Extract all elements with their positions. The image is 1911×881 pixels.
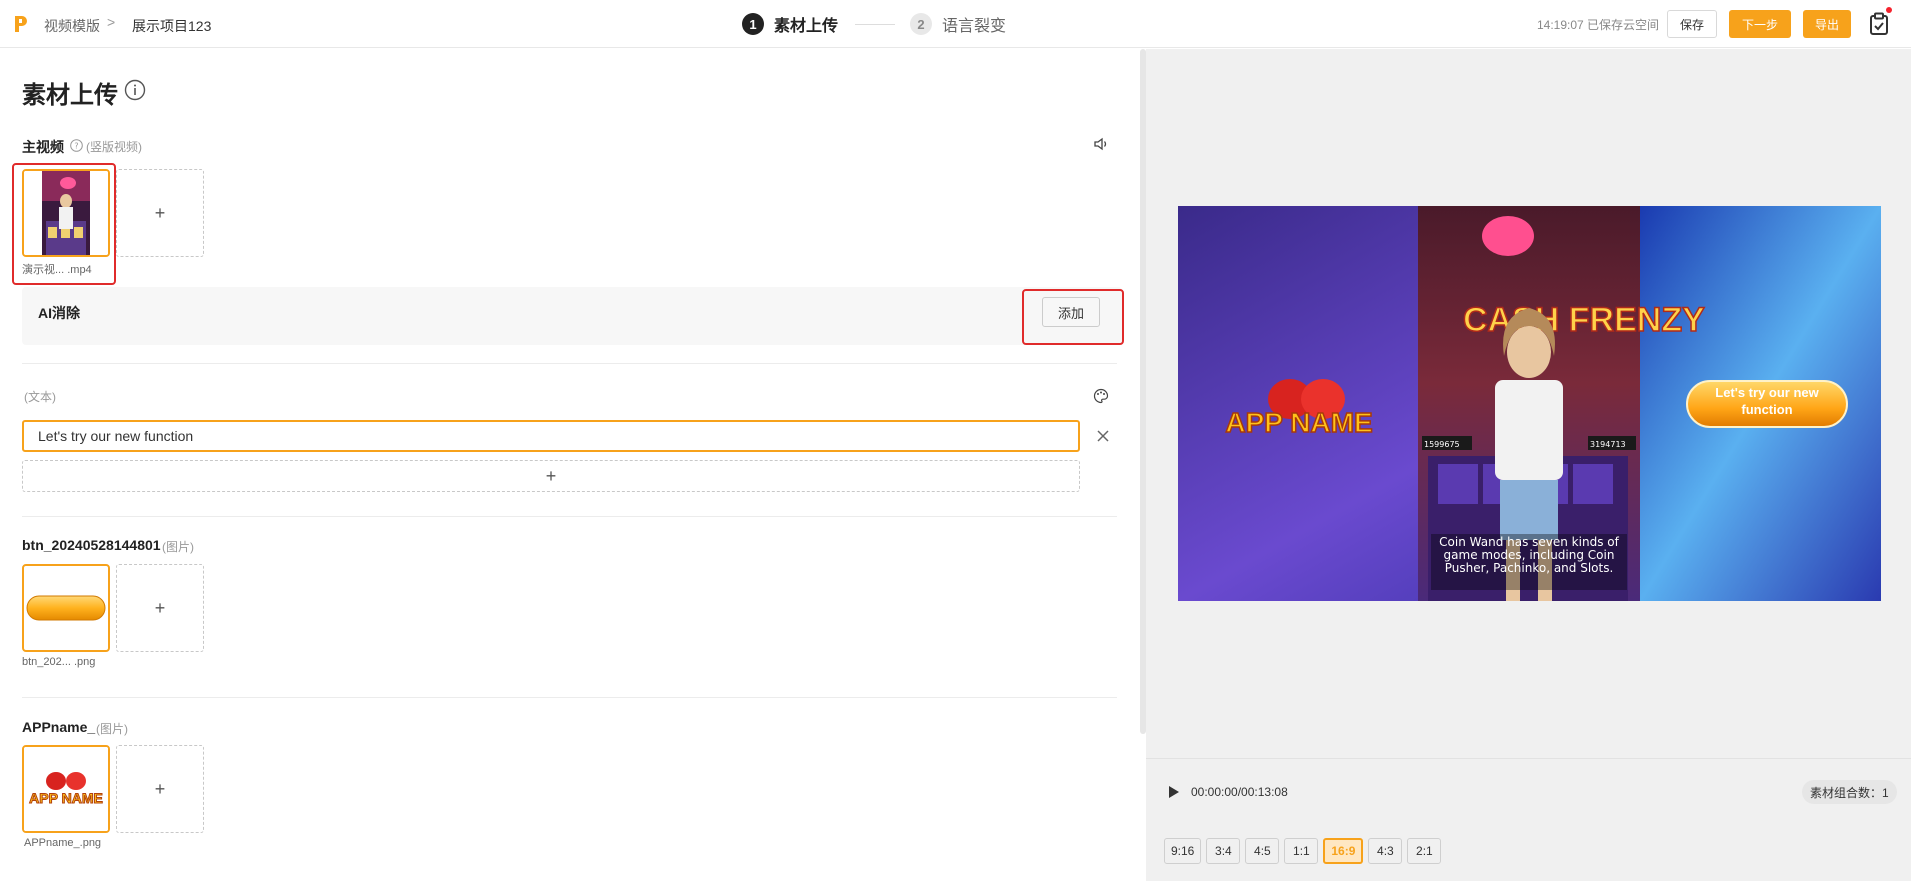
btn-asset-thumbnail[interactable] (22, 564, 110, 652)
section-divider (22, 363, 1117, 364)
button-image (26, 595, 106, 621)
breadcrumb-project: 展示项目123 (132, 18, 212, 34)
palette-icon[interactable] (1093, 388, 1109, 404)
ratio-16-9[interactable]: 16:9 (1323, 838, 1364, 864)
ratio-2-1[interactable]: 2:1 (1407, 838, 1442, 864)
ratio-3-4[interactable]: 3:4 (1206, 838, 1241, 864)
info-icon[interactable] (124, 79, 146, 101)
ratio-4-3[interactable]: 4:3 (1368, 838, 1403, 864)
preview-subtitle: Coin Wand has seven kinds of game modes,… (1439, 536, 1619, 575)
playback-time: 00:00:00/00:13:08 (1191, 785, 1288, 799)
material-combo-count: 素材组合数：1 (1802, 780, 1897, 804)
main-video-hint: (竖版视频) (86, 140, 142, 154)
app-logo-icon[interactable] (12, 14, 30, 34)
preview-app-name: APP NAME (1225, 407, 1372, 438)
speaker-icon[interactable] (1093, 136, 1109, 152)
btn-asset-filename: btn_202... .png (22, 656, 96, 668)
breadcrumb-templates[interactable]: 视频模版 (44, 16, 100, 36)
clipboard-check-icon[interactable] (1868, 12, 1890, 36)
step-label: 素材上传 (774, 18, 839, 35)
step-number: 2 (910, 13, 932, 35)
step-connector (855, 24, 895, 25)
player-divider (1146, 758, 1911, 759)
section-divider (22, 697, 1117, 698)
ratio-1-1[interactable]: 1:1 (1284, 838, 1319, 864)
main-video-label: 主视频 (22, 139, 64, 155)
svg-text:?: ? (74, 142, 78, 151)
export-button[interactable]: 导出 (1803, 10, 1851, 38)
appname-asset-filename: APPname_.png (24, 837, 102, 849)
btn-asset-label: btn_20240528144801 (22, 537, 161, 553)
ratio-9-16[interactable]: 9:16 (1164, 838, 1202, 864)
aspect-ratio-selector: 9:16 3:4 4:5 1:1 16:9 4:3 2:1 (1164, 838, 1442, 864)
help-icon[interactable]: ? (70, 139, 83, 152)
highlight-frame (12, 163, 116, 285)
step-language[interactable]: 2 语言裂变 (910, 12, 1006, 36)
play-icon[interactable] (1168, 785, 1180, 799)
btn-asset-add-button[interactable]: + (116, 564, 204, 652)
preview-score-left: 1599675 (1424, 440, 1460, 449)
page-title: 素材上传 (22, 82, 118, 109)
app-name-logo-image: APP NAME (24, 747, 108, 831)
ratio-4-5[interactable]: 4:5 (1245, 838, 1280, 864)
step-number: 1 (742, 13, 764, 35)
notification-dot (1886, 7, 1892, 13)
save-button[interactable]: 保存 (1667, 10, 1717, 38)
preview-score-right: 3194713 (1590, 440, 1626, 449)
next-step-button[interactable]: 下一步 (1729, 10, 1791, 38)
appname-asset-hint: (图片) (96, 722, 128, 736)
main-video-add-button[interactable]: + (116, 169, 204, 257)
ai-remove-label: AI消除 (38, 305, 80, 321)
top-bar: 视频模版 > 展示项目123 1 素材上传 2 语言裂变 14:19:07 已保… (0, 0, 1911, 48)
highlight-frame (1022, 289, 1124, 345)
text-section-hint: (文本) (24, 390, 56, 404)
appname-asset-label: APPname_ (22, 719, 96, 735)
preview-game-title: CASH FRENZY (1463, 301, 1705, 339)
appname-asset-thumbnail[interactable]: APP NAME (22, 745, 110, 833)
preview-cta-text: Let's try our new function (1715, 385, 1819, 417)
breadcrumb-separator: > (107, 14, 116, 30)
preview-canvas: APP NAME CASH FRENZY 1599675 3194713 Coi… (1178, 206, 1881, 601)
ai-remove-panel: AI消除 添加 (22, 287, 1122, 345)
save-status: 14:19:07 已保存云空间 (1537, 18, 1660, 32)
appname-asset-add-button[interactable]: + (116, 745, 204, 833)
step-label: 语言裂变 (942, 18, 1007, 35)
app-name-logo-text: APP NAME (29, 790, 103, 806)
material-upload-panel: 素材上传 主视频 ? (竖版视频) + 演示视... .mp4 AI消除 添加 … (0, 49, 1142, 881)
text-content-input[interactable]: Let's try our new function (22, 420, 1080, 452)
text-add-button[interactable]: + (22, 460, 1080, 492)
preview-panel: APP NAME CASH FRENZY 1599675 3194713 Coi… (1146, 49, 1911, 881)
close-icon[interactable] (1096, 429, 1110, 443)
video-preview[interactable]: APP NAME CASH FRENZY 1599675 3194713 Coi… (1178, 206, 1881, 601)
btn-asset-hint: (图片) (162, 540, 194, 554)
section-divider (22, 516, 1117, 517)
step-upload[interactable]: 1 素材上传 (742, 12, 838, 36)
